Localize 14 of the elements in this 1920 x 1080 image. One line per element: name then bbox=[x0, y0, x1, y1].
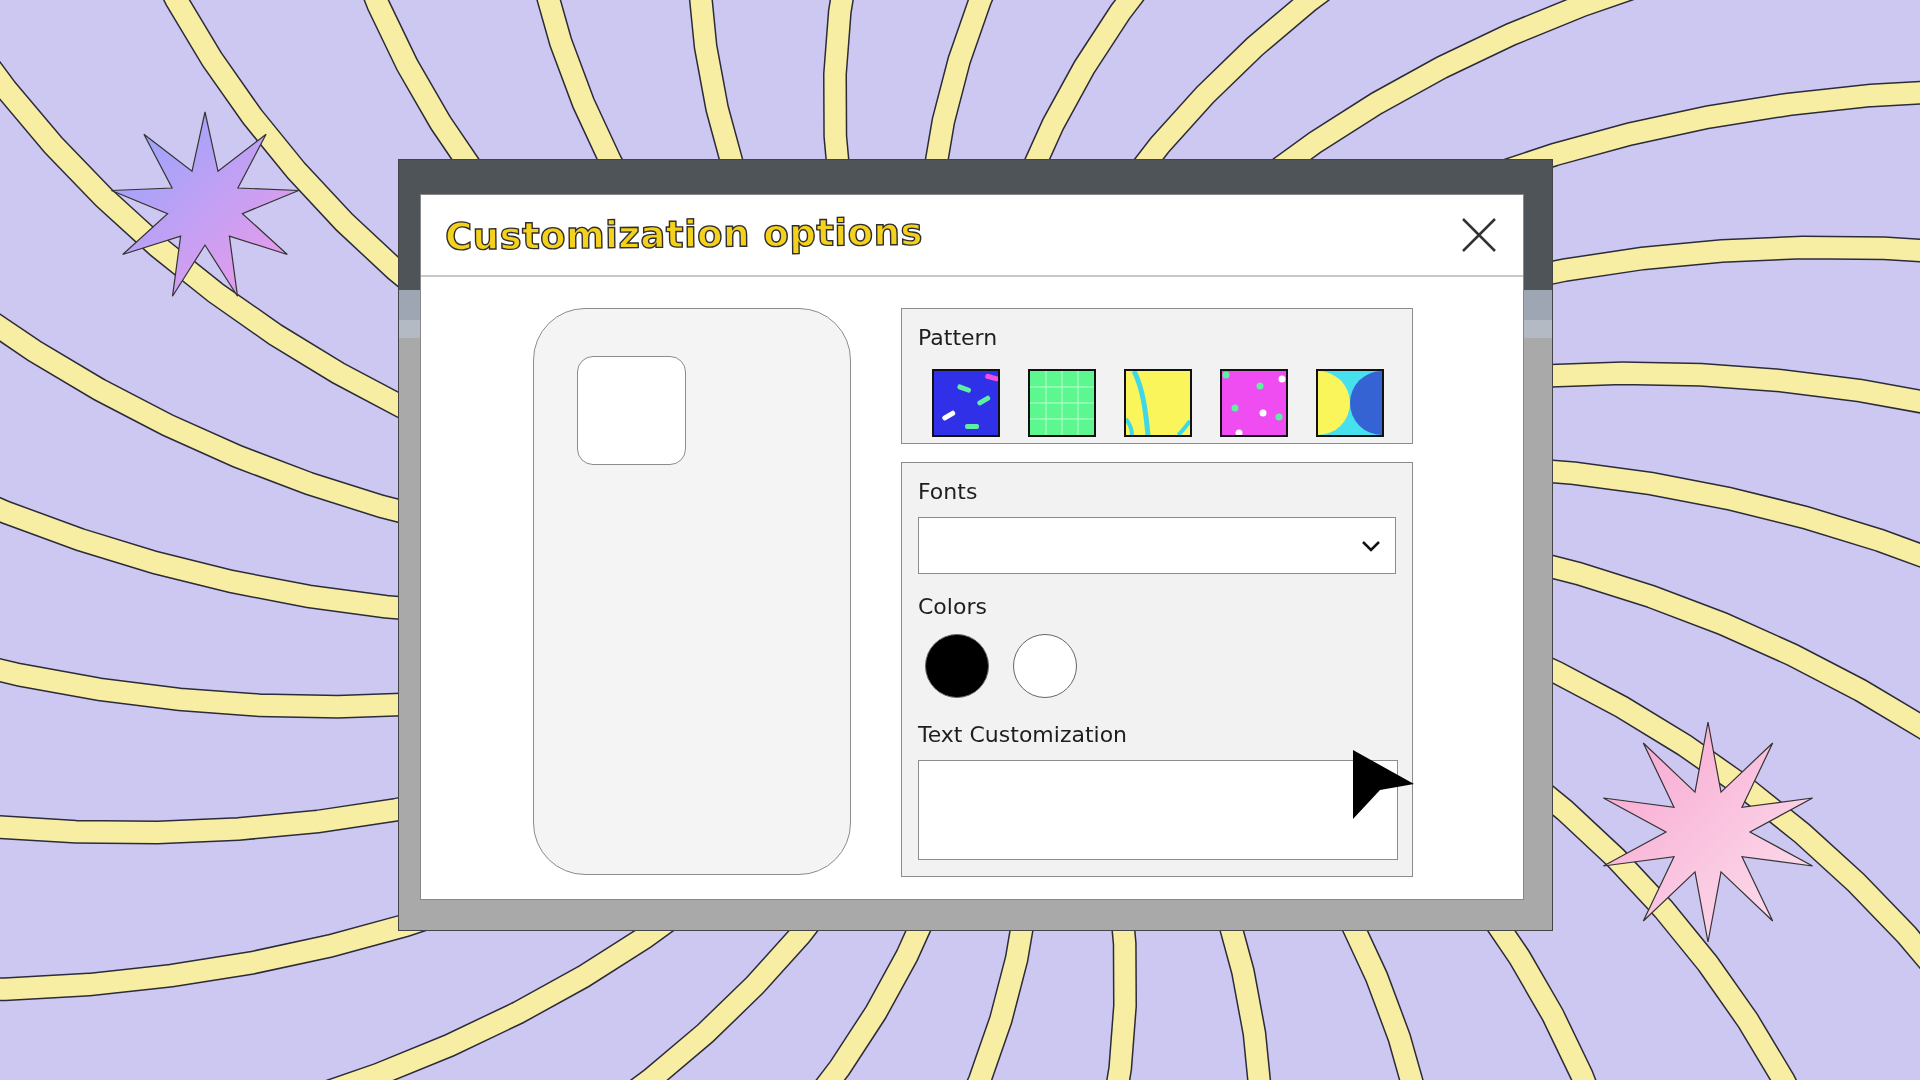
text-customization-label: Text Customization bbox=[918, 724, 1129, 746]
pattern-swatch[interactable] bbox=[932, 369, 1000, 437]
dialog-title: Customization options bbox=[444, 209, 924, 261]
chevron-down-icon bbox=[1361, 539, 1381, 552]
fonts-label: Fonts bbox=[918, 481, 979, 503]
pattern-label: Pattern bbox=[918, 327, 999, 349]
pattern-swatch[interactable] bbox=[1220, 369, 1288, 437]
pattern-swatch[interactable] bbox=[1316, 369, 1384, 437]
text-input-field[interactable] bbox=[918, 760, 1398, 860]
fonts-dropdown[interactable] bbox=[918, 517, 1396, 574]
cursor-icon bbox=[1350, 748, 1416, 820]
pattern-swatch[interactable] bbox=[1124, 369, 1192, 437]
colors-label: Colors bbox=[918, 596, 988, 618]
pattern-swatch[interactable] bbox=[1028, 369, 1096, 437]
